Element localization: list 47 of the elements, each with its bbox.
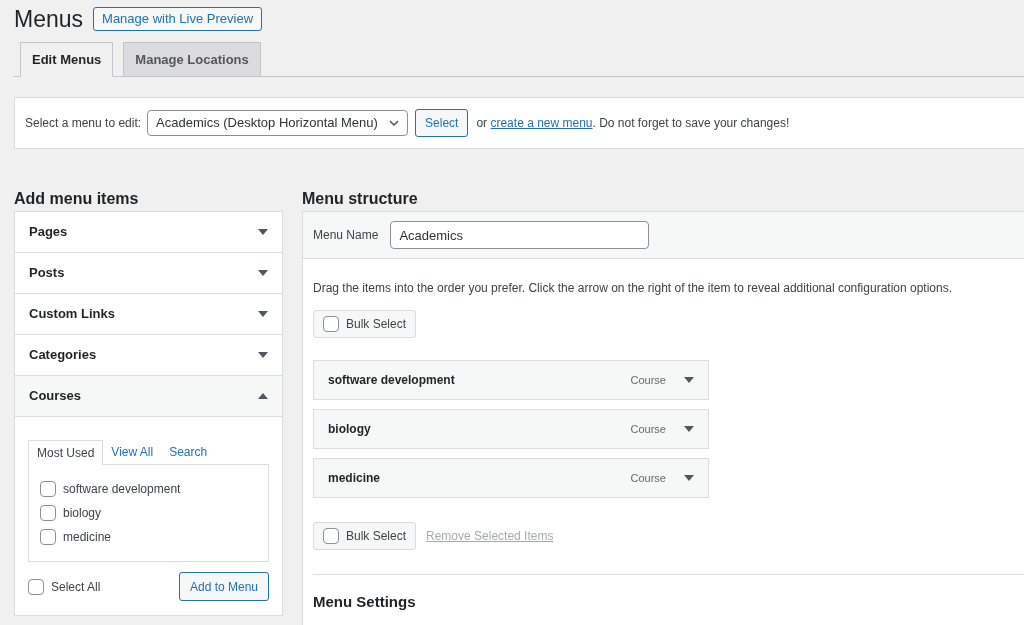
create-menu-link[interactable]: create a new menu: [490, 116, 593, 130]
caret-down-icon[interactable]: [258, 352, 268, 358]
menu-item-bar[interactable]: software development Course: [313, 360, 709, 400]
bulk-select-button[interactable]: Bulk Select: [313, 310, 417, 338]
menu-item-bar[interactable]: biology Course: [313, 409, 709, 449]
checkbox[interactable]: [323, 528, 339, 544]
checkbox-label: Select All: [51, 578, 101, 596]
chevron-down-icon[interactable]: [389, 120, 400, 126]
select-hint: or create a new menu. Do not forget to save your changes!: [476, 115, 790, 132]
caret-down-icon[interactable]: [258, 311, 268, 317]
select-label: Select a menu to edit:: [25, 115, 142, 132]
caret-down-icon[interactable]: [684, 377, 694, 383]
tab[interactable]: Edit Menus: [20, 42, 114, 77]
caret-down-icon[interactable]: [684, 475, 694, 481]
tab[interactable]: Most Used: [28, 440, 104, 465]
instructions-text: Drag the items into the order you prefer. Click the arrow on the right of the item to reveal additional configuration options.: [313, 280, 953, 297]
item-type-label: Course: [630, 372, 666, 388]
item-type-label: Course: [630, 470, 666, 486]
caret-up-icon[interactable]: [258, 393, 268, 399]
section-title: Menu structure: [302, 189, 419, 209]
checkbox[interactable]: [40, 505, 56, 521]
bulk-select-button[interactable]: Bulk Select: [313, 522, 417, 550]
live-preview-button[interactable]: Manage with Live Preview: [93, 7, 263, 31]
checkbox[interactable]: [28, 578, 44, 595]
menu-name-field[interactable]: Academics: [390, 221, 650, 249]
tab[interactable]: View All: [103, 439, 162, 464]
checkbox[interactable]: [40, 481, 56, 497]
caret-down-icon[interactable]: [258, 270, 268, 276]
field-label: Menu Name: [313, 227, 379, 244]
caret-down-icon[interactable]: [258, 229, 268, 235]
accordion-header[interactable]: Courses: [15, 376, 282, 417]
checkbox[interactable]: [40, 529, 56, 545]
tab[interactable]: Manage Locations: [123, 42, 261, 77]
checkbox-label: medicine: [63, 529, 112, 546]
checkbox[interactable]: [323, 316, 339, 332]
add-to-menu-button[interactable]: Add to Menu: [178, 572, 269, 601]
item-type-label: Course: [630, 421, 666, 437]
page-title: Menus: [14, 5, 84, 33]
menu-dropdown[interactable]: Academics (Desktop Horizontal Menu): [147, 110, 409, 136]
menu-item-bar[interactable]: medicine Course: [313, 458, 709, 498]
checkbox-label: software development: [63, 481, 181, 498]
caret-down-icon[interactable]: [684, 426, 694, 432]
settings-title: Menu Settings: [313, 592, 417, 612]
section-title: Add menu items: [14, 189, 140, 209]
tab[interactable]: Search: [161, 439, 216, 464]
select-button[interactable]: Select: [415, 109, 469, 137]
checkbox-label: biology: [63, 505, 102, 522]
